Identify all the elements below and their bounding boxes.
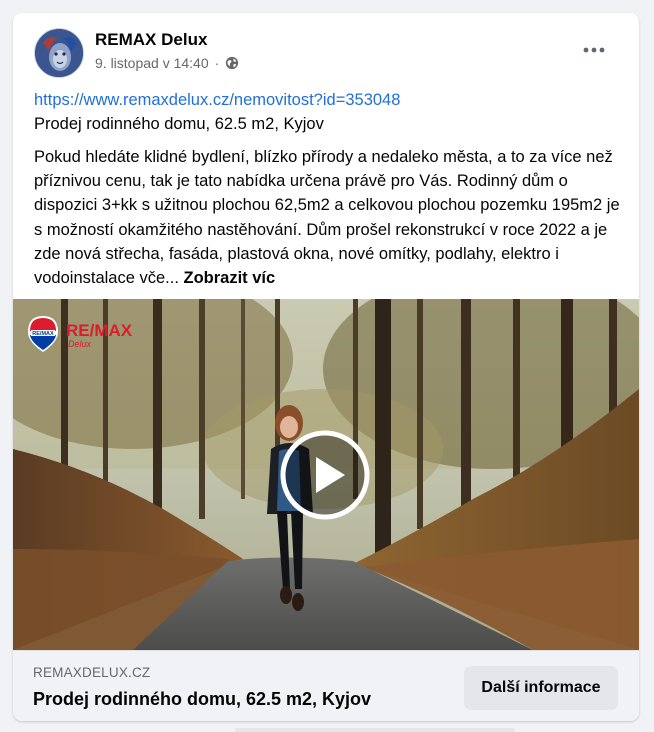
author-name[interactable]: REMAX Delux	[95, 30, 207, 50]
link-title[interactable]: Prodej rodinného domu, 62.5 m2, Kyjov	[33, 689, 371, 710]
meta-separator: ·	[214, 55, 220, 71]
play-icon	[280, 430, 370, 520]
next-post-edge	[235, 728, 515, 732]
video-player[interactable]: RE/MAX RE/MAX Delux	[13, 299, 639, 650]
remax-logo: RE/MAX RE/MAX Delux	[28, 314, 138, 356]
logo-balloon-text: RE/MAX	[32, 331, 54, 337]
post-timestamp[interactable]: 9. listopad v 14:40	[95, 55, 209, 71]
logo-text: RE/MAX	[66, 321, 133, 340]
post-subtitle: Prodej rodinného domu, 62.5 m2, Kyjov	[34, 115, 324, 133]
see-more-link[interactable]: Zobrazit víc	[184, 269, 276, 287]
more-info-button[interactable]: Další informace	[464, 666, 618, 710]
logo-subtext: Delux	[68, 339, 92, 349]
post-body: https://www.remaxdelux.cz/nemovitost?id=…	[34, 88, 624, 290]
post-options-button[interactable]	[576, 35, 612, 65]
play-button[interactable]	[280, 430, 370, 520]
link-preview[interactable]: REMAXDELUX.CZ Prodej rodinného domu, 62.…	[13, 650, 639, 721]
description-text: Pokud hledáte klidné bydlení, blízko pří…	[34, 148, 620, 288]
more-horizontal-icon	[583, 47, 605, 53]
link-domain: REMAXDELUX.CZ	[33, 665, 151, 680]
author-avatar[interactable]	[34, 28, 84, 78]
globe-icon	[225, 56, 239, 70]
listing-link[interactable]: https://www.remaxdelux.cz/nemovitost?id=…	[34, 88, 624, 112]
post-header: REMAX Delux 9. listopad v 14:40 ·	[13, 13, 639, 93]
post-meta: 9. listopad v 14:40 ·	[95, 55, 239, 71]
lion-logo-icon	[35, 29, 83, 77]
feed-post: REMAX Delux 9. listopad v 14:40 · https:	[13, 13, 639, 721]
post-description: Pokud hledáte klidné bydlení, blízko pří…	[34, 145, 624, 290]
